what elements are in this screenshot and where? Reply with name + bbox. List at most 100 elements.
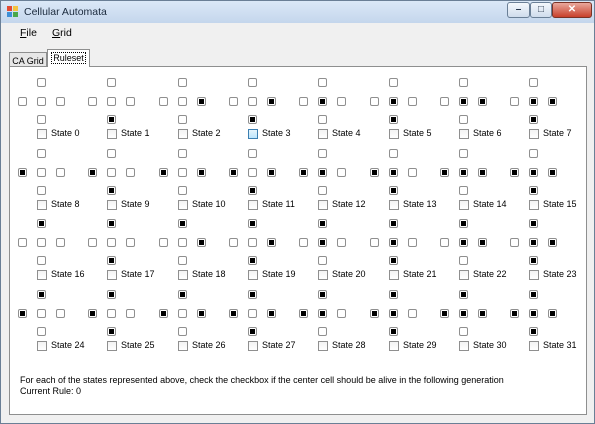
state-25-cell-left xyxy=(88,309,97,318)
state-18-label[interactable]: State 18 xyxy=(192,269,226,280)
state-14-checkbox[interactable] xyxy=(459,200,469,210)
state-4-checkbox[interactable] xyxy=(318,129,328,139)
state-30-checkbox[interactable] xyxy=(459,341,469,351)
title-bar[interactable]: Cellular Automata – □ ✕ xyxy=(1,1,594,23)
state-14-label[interactable]: State 14 xyxy=(473,199,507,210)
state-12-label[interactable]: State 12 xyxy=(332,199,366,210)
state-23-checkbox[interactable] xyxy=(529,270,539,280)
state-16-checkbox[interactable] xyxy=(37,270,47,280)
state-10-label[interactable]: State 10 xyxy=(192,199,226,210)
tab-ca-grid[interactable]: CA Grid xyxy=(9,52,47,67)
state-10-checkbox[interactable] xyxy=(178,200,188,210)
state-23-cell-top xyxy=(529,219,538,228)
state-29-cell-center xyxy=(389,309,398,318)
state-9-checkbox[interactable] xyxy=(107,200,117,210)
state-0-label[interactable]: State 0 xyxy=(51,128,80,139)
state-23-label[interactable]: State 23 xyxy=(543,269,577,280)
state-19-cell-top xyxy=(248,219,257,228)
state-17-label[interactable]: State 17 xyxy=(121,269,155,280)
state-19-label[interactable]: State 19 xyxy=(262,269,296,280)
close-button[interactable]: ✕ xyxy=(552,2,592,18)
state-11-cell-left xyxy=(229,168,238,177)
menu-grid[interactable]: Grid xyxy=(52,27,72,39)
state-28-checkbox[interactable] xyxy=(318,341,328,351)
minimize-button[interactable]: – xyxy=(507,2,530,18)
state-8-label[interactable]: State 8 xyxy=(51,199,80,210)
state-31-label[interactable]: State 31 xyxy=(543,340,577,351)
state-7-label[interactable]: State 7 xyxy=(543,128,572,139)
state-6-checkbox[interactable] xyxy=(459,129,469,139)
state-24-checkbox[interactable] xyxy=(37,341,47,351)
state-26-cell-right xyxy=(197,309,206,318)
state-16-cell-center xyxy=(37,238,46,247)
tab-ruleset[interactable]: Ruleset xyxy=(47,49,90,67)
state-10-cell-top xyxy=(178,149,187,158)
state-7-checkbox[interactable] xyxy=(529,129,539,139)
state-13-cell-left xyxy=(370,168,379,177)
state-29-label[interactable]: State 29 xyxy=(403,340,437,351)
state-27-checkbox[interactable] xyxy=(248,341,258,351)
state-22-checkbox[interactable] xyxy=(459,270,469,280)
state-27-label[interactable]: State 27 xyxy=(262,340,296,351)
state-3-label[interactable]: State 3 xyxy=(262,128,291,139)
state-2-cell-bottom xyxy=(178,115,187,124)
state-0-cell-right xyxy=(56,97,65,106)
state-20-checkbox[interactable] xyxy=(318,270,328,280)
state-6-label[interactable]: State 6 xyxy=(473,128,502,139)
state-15-label[interactable]: State 15 xyxy=(543,199,577,210)
state-20-label[interactable]: State 20 xyxy=(332,269,366,280)
state-24-cell-top xyxy=(37,290,46,299)
state-26-checkbox[interactable] xyxy=(178,341,188,351)
state-29-checkbox[interactable] xyxy=(389,341,399,351)
state-8-cell-bottom xyxy=(37,186,46,195)
state-9-cell-top xyxy=(107,149,116,158)
state-16-label[interactable]: State 16 xyxy=(51,269,85,280)
state-2-checkbox[interactable] xyxy=(178,129,188,139)
state-26-label[interactable]: State 26 xyxy=(192,340,226,351)
state-4-label[interactable]: State 4 xyxy=(332,128,361,139)
state-9-label[interactable]: State 9 xyxy=(121,199,150,210)
state-5-label[interactable]: State 5 xyxy=(403,128,432,139)
state-8-checkbox[interactable] xyxy=(37,200,47,210)
state-17-cell-top xyxy=(107,219,116,228)
state-24-label[interactable]: State 24 xyxy=(51,340,85,351)
state-5-cell-right xyxy=(408,97,417,106)
state-6-cell-right xyxy=(478,97,487,106)
state-19-cell-bottom xyxy=(248,256,257,265)
state-8-cell-right xyxy=(56,168,65,177)
state-12-checkbox[interactable] xyxy=(318,200,328,210)
state-22-cell-top xyxy=(459,219,468,228)
state-19-checkbox[interactable] xyxy=(248,270,258,280)
state-0-checkbox[interactable] xyxy=(37,129,47,139)
maximize-button[interactable]: □ xyxy=(530,2,552,18)
state-28-label[interactable]: State 28 xyxy=(332,340,366,351)
state-11-checkbox[interactable] xyxy=(248,200,258,210)
menu-bar: File Grid xyxy=(1,23,594,43)
state-23-cell-left xyxy=(510,238,519,247)
state-25-checkbox[interactable] xyxy=(107,341,117,351)
state-13-checkbox[interactable] xyxy=(389,200,399,210)
state-17-checkbox[interactable] xyxy=(107,270,117,280)
state-7-cell-top xyxy=(529,78,538,87)
state-15-checkbox[interactable] xyxy=(529,200,539,210)
state-1-checkbox[interactable] xyxy=(107,129,117,139)
state-18-checkbox[interactable] xyxy=(178,270,188,280)
state-21-label[interactable]: State 21 xyxy=(403,269,437,280)
menu-file[interactable]: File xyxy=(20,27,37,39)
state-11-label[interactable]: State 11 xyxy=(262,199,295,210)
app-icon xyxy=(7,6,18,17)
state-31-checkbox[interactable] xyxy=(529,341,539,351)
state-2-label[interactable]: State 2 xyxy=(192,128,221,139)
state-5-checkbox[interactable] xyxy=(389,129,399,139)
state-9-cell-left xyxy=(88,168,97,177)
state-30-label[interactable]: State 30 xyxy=(473,340,507,351)
state-13-label[interactable]: State 13 xyxy=(403,199,437,210)
state-15-cell-right xyxy=(548,168,557,177)
state-1-label[interactable]: State 1 xyxy=(121,128,150,139)
state-3-checkbox[interactable] xyxy=(248,129,258,139)
state-29-cell-bottom xyxy=(389,327,398,336)
state-13-cell-right xyxy=(408,168,417,177)
state-22-label[interactable]: State 22 xyxy=(473,269,507,280)
state-25-label[interactable]: State 25 xyxy=(121,340,155,351)
state-21-checkbox[interactable] xyxy=(389,270,399,280)
